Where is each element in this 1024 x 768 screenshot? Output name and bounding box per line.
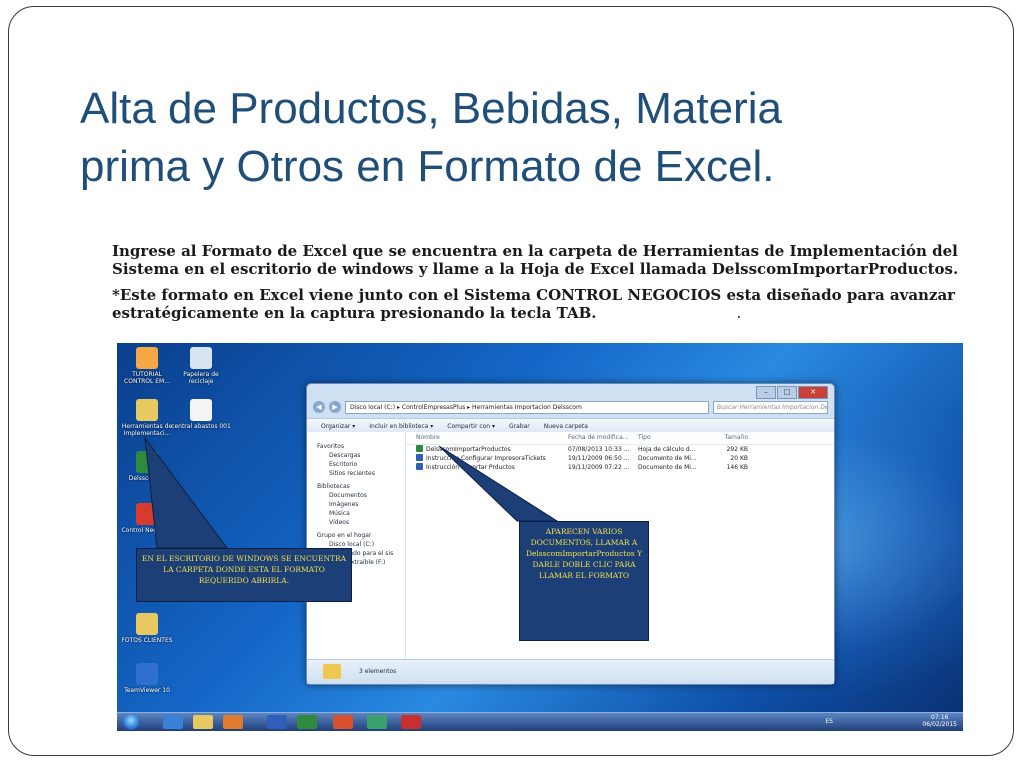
bullet-instructions: Ingrese al Formato de Excel que se encue… <box>112 242 959 278</box>
left-callout-pointer <box>144 436 228 549</box>
control-negocios-icon[interactable] <box>401 715 421 729</box>
title-line-2: prima y Otros en Formato de Excel. <box>80 142 775 191</box>
excel-icon[interactable] <box>297 715 317 729</box>
explorer-icon[interactable] <box>193 715 213 729</box>
windows-screenshot: TUTORIAL CONTROL EM... Papelera de recic… <box>117 343 963 731</box>
media-player-icon[interactable] <box>223 715 243 729</box>
clock-time: 07:16 <box>931 714 949 721</box>
callout-desktop: EN EL ESCRITORIO DE WINDOWS SE ENCUENTRA… <box>136 548 352 602</box>
taskbar: ES 07:16 06/02/2015 <box>117 712 963 731</box>
word-icon[interactable] <box>267 715 287 729</box>
ie-icon[interactable] <box>163 715 183 729</box>
publisher-icon[interactable] <box>367 715 387 729</box>
bullet-note: *Este formato en Excel viene junto con e… <box>112 286 972 322</box>
start-button[interactable] <box>123 714 139 730</box>
callout-documents: APARECEN VARIOS DOCUMENTOS, LLAMAR A Del… <box>519 521 649 641</box>
clock[interactable]: 07:16 06/02/2015 <box>922 714 957 728</box>
slide-title: Alta de Productos, Bebidas, Materia prim… <box>80 80 980 196</box>
clock-date: 06/02/2015 <box>922 721 957 728</box>
bullet-note-text: *Este formato en Excel viene junto con e… <box>112 286 956 322</box>
title-line-1: Alta de Productos, Bebidas, Materia <box>80 84 782 133</box>
right-callout-pointer <box>438 445 559 522</box>
stray-dot: . <box>736 304 742 322</box>
powerpoint-icon[interactable] <box>333 715 353 729</box>
slide-body: Ingrese al Formato de Excel que se encue… <box>112 242 972 330</box>
language-indicator[interactable]: ES <box>825 718 833 725</box>
